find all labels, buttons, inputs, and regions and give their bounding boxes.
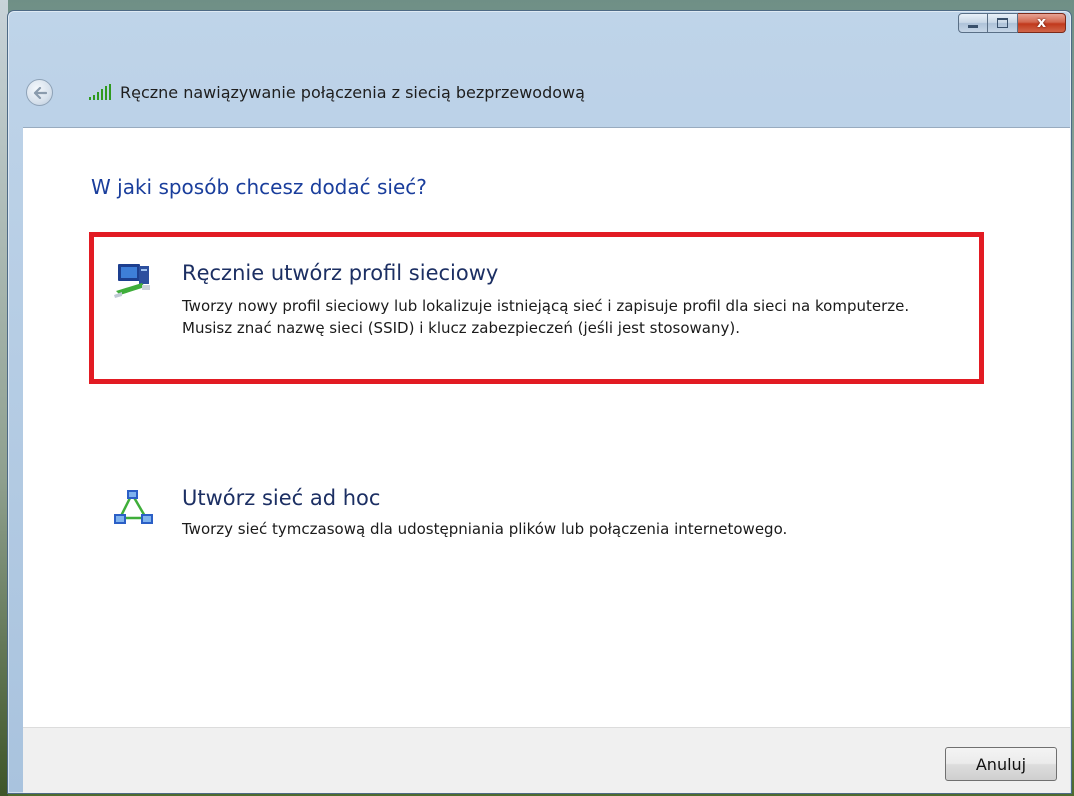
wireless-signal-icon <box>89 84 111 100</box>
maximize-button[interactable] <box>988 13 1018 33</box>
minimize-icon <box>968 25 978 28</box>
wizard-title: Ręczne nawiązywanie połączenia z siecią … <box>120 83 585 102</box>
wizard-footer: Anuluj <box>23 727 1070 793</box>
wizard-window: x Ręczne nawiązywanie połączenia z sieci… <box>7 10 1072 794</box>
caption-buttons: x <box>958 13 1066 35</box>
ad-hoc-network-icon <box>114 490 153 524</box>
page-heading: W jaki sposób chcesz dodać sieć? <box>91 175 427 199</box>
option-manual-profile-title: Ręcznie utwórz profil sieciowy <box>182 261 499 285</box>
network-profile-icon <box>114 264 150 298</box>
wizard-content: W jaki sposób chcesz dodać sieć? Ręcznie… <box>23 127 1070 728</box>
cancel-button[interactable]: Anuluj <box>945 747 1057 781</box>
maximize-icon <box>997 18 1008 28</box>
close-button[interactable]: x <box>1018 13 1066 33</box>
minimize-button[interactable] <box>958 13 988 33</box>
navigation-bar: Ręczne nawiązywanie połączenia z siecią … <box>8 39 1071 127</box>
option-manual-profile-description: Tworzy nowy profil sieciowy lub lokalizu… <box>182 297 910 337</box>
option-ad-hoc[interactable]: Utwórz sieć ad hoc Tworzy sieć tymczasow… <box>89 475 984 545</box>
option-ad-hoc-description: Tworzy sieć tymczasową dla udostępniania… <box>182 520 788 538</box>
option-ad-hoc-title: Utwórz sieć ad hoc <box>182 486 381 510</box>
option-manual-profile[interactable]: Ręcznie utwórz profil sieciowy Tworzy no… <box>89 232 984 384</box>
close-icon: x <box>1036 15 1047 31</box>
back-button[interactable] <box>26 79 53 106</box>
back-arrow-icon <box>33 86 47 99</box>
